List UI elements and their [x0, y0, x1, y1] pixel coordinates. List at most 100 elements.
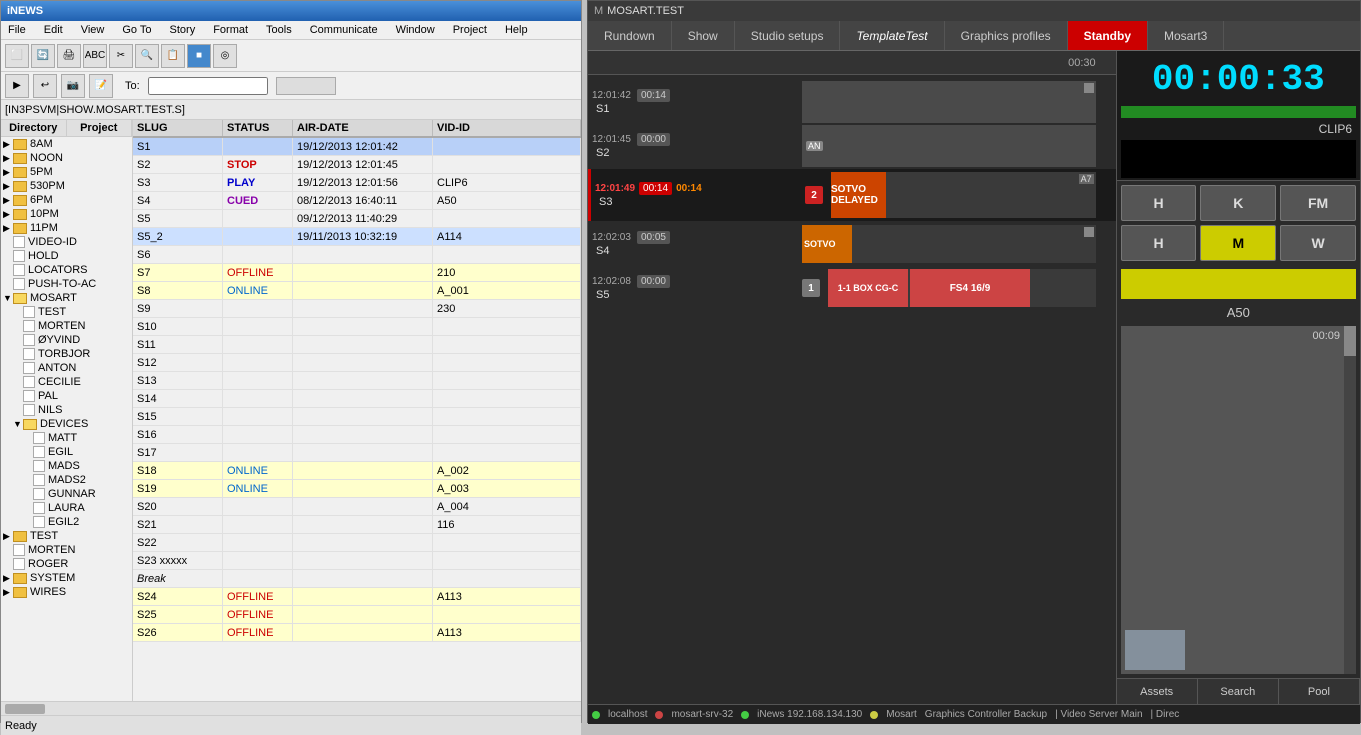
table-row[interactable]: S509/12/2013 11:40:29 [133, 210, 581, 228]
menu-file[interactable]: File [5, 23, 29, 37]
toolbar-btn-5[interactable]: ✂ [109, 44, 133, 68]
hscroll-bar[interactable] [1, 701, 581, 715]
table-row[interactable]: S7OFFLINE210 [133, 264, 581, 282]
table-row[interactable]: S11 [133, 336, 581, 354]
sidebar-item-morten[interactable]: MORTEN [1, 543, 132, 557]
sidebar-item-test[interactable]: TEST [1, 305, 132, 319]
sidebar-item-system[interactable]: ▶SYSTEM [1, 571, 132, 585]
btn-w[interactable]: W [1280, 225, 1356, 261]
table-row[interactable]: S21116 [133, 516, 581, 534]
sidebar-item-pal[interactable]: PAL [1, 389, 132, 403]
sidebar-item-6pm[interactable]: ▶6PM [1, 193, 132, 207]
sidebar-item-egil[interactable]: EGIL [1, 445, 132, 459]
nav-graphics[interactable]: Graphics profiles [945, 21, 1068, 50]
table-row[interactable]: S16 [133, 426, 581, 444]
menu-communicate[interactable]: Communicate [307, 23, 381, 37]
preview-thumb[interactable] [1344, 326, 1356, 356]
sidebar-item-hold[interactable]: HOLD [1, 249, 132, 263]
menu-goto[interactable]: Go To [119, 23, 154, 37]
sidebar-item-mosart[interactable]: ▼MOSART [1, 291, 132, 305]
toolbar-btn-2[interactable]: 🔄 [31, 44, 55, 68]
btn-fm[interactable]: FM [1280, 185, 1356, 221]
tab-assets[interactable]: Assets [1117, 679, 1198, 704]
menu-edit[interactable]: Edit [41, 23, 66, 37]
menu-story[interactable]: Story [167, 23, 199, 37]
toolbar-btn-8[interactable]: ■ [187, 44, 211, 68]
table-row[interactable]: S25OFFLINE [133, 606, 581, 624]
table-row[interactable]: S18ONLINEA_002 [133, 462, 581, 480]
nav-studio[interactable]: Studio setups [735, 21, 841, 50]
table-row[interactable]: S3PLAY19/12/2013 12:01:56CLIP6 [133, 174, 581, 192]
table-row[interactable]: S12 [133, 354, 581, 372]
table-row[interactable]: S22 [133, 534, 581, 552]
sidebar-item-torbjor[interactable]: TORBJOR [1, 347, 132, 361]
sidebar-item-10pm[interactable]: ▶10PM [1, 207, 132, 221]
tab-pool[interactable]: Pool [1279, 679, 1360, 704]
toolbar-btn-9[interactable]: ◎ [213, 44, 237, 68]
nav-rundown[interactable]: Rundown [588, 21, 672, 50]
menu-view[interactable]: View [78, 23, 108, 37]
table-row[interactable]: S23 xxxxx [133, 552, 581, 570]
table-row[interactable]: S14 [133, 390, 581, 408]
sidebar-item-øyvind[interactable]: ØYVIND [1, 333, 132, 347]
sidebar-item-roger[interactable]: ROGER [1, 557, 132, 571]
sidebar-item-8am[interactable]: ▶8AM [1, 137, 132, 151]
table-row[interactable]: Break [133, 570, 581, 588]
timeline-row-s4[interactable]: 12:02:03 00:05 S4 SOTVO [588, 223, 1116, 265]
to-dropdown[interactable] [276, 77, 336, 95]
sidebar-item-gunnar[interactable]: GUNNAR [1, 487, 132, 501]
timeline-body[interactable]: 12:01:42 00:14 S1 12:01:45 [588, 75, 1116, 704]
sidebar-item-push-to-ac[interactable]: PUSH-TO-AC [1, 277, 132, 291]
table-row[interactable]: S26OFFLINEA113 [133, 624, 581, 642]
table-row[interactable]: S4CUED08/12/2013 16:40:11A50 [133, 192, 581, 210]
menu-window[interactable]: Window [393, 23, 438, 37]
sidebar-item-mads2[interactable]: MADS2 [1, 473, 132, 487]
sidebar-item-morten[interactable]: MORTEN [1, 319, 132, 333]
sidebar-item-locators[interactable]: LOCATORS [1, 263, 132, 277]
sidebar-item-laura[interactable]: LAURA [1, 501, 132, 515]
toolbar-btn-camera[interactable]: 📷 [61, 74, 85, 98]
table-row[interactable]: S10 [133, 318, 581, 336]
table-row[interactable]: S8ONLINEA_001 [133, 282, 581, 300]
tab-search[interactable]: Search [1198, 679, 1279, 704]
sidebar-proj-tab[interactable]: Project [67, 120, 133, 136]
toolbar-btn-6[interactable]: 🔍 [135, 44, 159, 68]
sidebar-item-devices[interactable]: ▼DEVICES [1, 417, 132, 431]
preview-scrollbar[interactable] [1344, 326, 1356, 674]
timeline-row-s3[interactable]: 12:01:49 00:14 00:14 S3 2 SOTVO DELAYED … [588, 169, 1116, 221]
table-row[interactable]: S19ONLINEA_003 [133, 480, 581, 498]
table-row[interactable]: S2STOP19/12/2013 12:01:45 [133, 156, 581, 174]
sidebar-item-530pm[interactable]: ▶530PM [1, 179, 132, 193]
toolbar-btn-4[interactable]: ABC [83, 44, 107, 68]
menu-format[interactable]: Format [210, 23, 251, 37]
table-row[interactable]: S20A_004 [133, 498, 581, 516]
toolbar-btn-script[interactable]: 📝 [89, 74, 113, 98]
menu-help[interactable]: Help [502, 23, 531, 37]
sidebar-item-egil2[interactable]: EGIL2 [1, 515, 132, 529]
col-header-slug[interactable]: SLUG [133, 120, 223, 136]
col-header-airdate[interactable]: AIR-DATE [293, 120, 433, 136]
table-row[interactable]: S17 [133, 444, 581, 462]
toolbar-btn-1[interactable]: ⬜ [5, 44, 29, 68]
sidebar-item-video-id[interactable]: VIDEO-ID [1, 235, 132, 249]
col-header-vidid[interactable]: VID-ID [433, 120, 581, 136]
sidebar-item-mads[interactable]: MADS [1, 459, 132, 473]
sidebar-item-cecilie[interactable]: CECILIE [1, 375, 132, 389]
nav-standby[interactable]: Standby [1068, 21, 1148, 50]
table-row[interactable]: S15 [133, 408, 581, 426]
col-header-status[interactable]: STATUS [223, 120, 293, 136]
toolbar-btn-rew[interactable]: ↩ [33, 74, 57, 98]
table-row[interactable]: S6 [133, 246, 581, 264]
sidebar-item-nils[interactable]: NILS [1, 403, 132, 417]
btn-h1[interactable]: H [1121, 185, 1197, 221]
btn-k[interactable]: K [1200, 185, 1276, 221]
nav-mosart3[interactable]: Mosart3 [1148, 21, 1224, 50]
toolbar-btn-3[interactable]: 🖨 [57, 44, 81, 68]
table-row[interactable]: S24OFFLINEA113 [133, 588, 581, 606]
sidebar-item-anton[interactable]: ANTON [1, 361, 132, 375]
sidebar-item-noon[interactable]: ▶NOON [1, 151, 132, 165]
timeline-row-s1[interactable]: 12:01:42 00:14 S1 [588, 81, 1116, 123]
table-row[interactable]: S9230 [133, 300, 581, 318]
btn-m[interactable]: M [1200, 225, 1276, 261]
timeline-row-s5[interactable]: 12:02:08 00:00 S5 1 1-1 BOX CG-C FS4 16/… [588, 267, 1116, 309]
